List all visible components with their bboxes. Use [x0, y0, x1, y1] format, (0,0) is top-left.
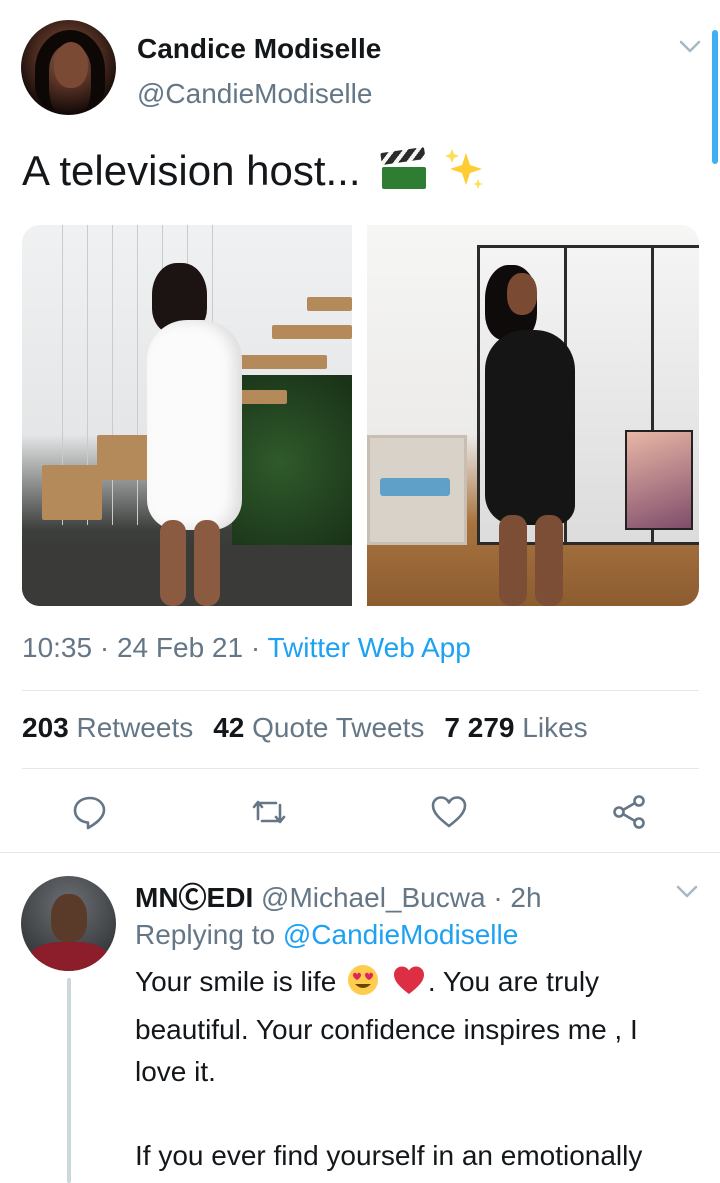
reply-author-name[interactable]: MNⒸEDI	[135, 882, 253, 913]
reply-text-para2: If you ever find yourself in an emotiona…	[135, 1140, 643, 1183]
divider	[22, 690, 699, 691]
replying-prefix: Replying to	[135, 919, 276, 950]
replying-mention[interactable]: @CandieModiselle	[283, 919, 518, 950]
tweet-metadata: 10:35 · 24 Feb 21 · Twitter Web App	[22, 632, 471, 664]
heart-eyes-emoji-icon	[346, 963, 380, 1009]
clapper-board-icon	[380, 146, 427, 189]
reply-header: MNⒸEDI @Michael_Bucwa · 2h	[135, 876, 542, 916]
reply-text: Your smile is life . You are truly beaut…	[135, 961, 695, 1183]
reply-time: · 2h	[493, 882, 542, 913]
thread-line	[67, 978, 71, 1183]
scrollbar[interactable]	[712, 30, 718, 164]
main-tweet[interactable]: Candice Modiselle @CandieModiselle A tel…	[0, 0, 720, 852]
reply-text-part1: Your smile is life	[135, 966, 337, 997]
sparkles-icon	[442, 147, 486, 202]
tweet-text: A television host...	[22, 146, 486, 202]
author-name[interactable]: Candice Modiselle	[137, 33, 381, 65]
share-icon[interactable]	[610, 793, 648, 831]
meta-separator: ·	[243, 632, 268, 663]
replying-to: Replying to @CandieModiselle	[135, 919, 518, 951]
likes-stat[interactable]: 7 279 Likes	[444, 712, 587, 743]
retweets-stat[interactable]: 203 Retweets	[22, 712, 193, 743]
author-handle[interactable]: @CandieModiselle	[137, 78, 372, 110]
tweet-actions	[0, 793, 720, 833]
tweet-date: 24 Feb 21	[116, 632, 244, 663]
photo-black-dress[interactable]	[367, 225, 699, 606]
red-heart-emoji-icon	[392, 963, 426, 1009]
tweet-source-link[interactable]: Twitter Web App	[267, 632, 470, 663]
like-icon[interactable]	[430, 793, 468, 831]
chevron-down-icon[interactable]	[676, 885, 698, 899]
chevron-down-icon[interactable]	[679, 40, 701, 54]
quote-tweets-stat[interactable]: 42 Quote Tweets	[213, 712, 424, 743]
photo-white-dress[interactable]	[22, 225, 352, 606]
reply-avatar[interactable]	[21, 876, 116, 971]
reply-icon[interactable]	[71, 793, 109, 831]
media-grid	[22, 225, 699, 606]
tweet-text-content: A television host...	[22, 147, 361, 194]
tweet-stats: 203 Retweets 42 Quote Tweets 7 279 Likes	[22, 712, 588, 744]
tweet-time: 10:35	[22, 632, 93, 663]
retweet-icon[interactable]	[250, 793, 288, 831]
divider	[22, 768, 699, 769]
meta-separator: ·	[92, 632, 117, 663]
reply-author-handle[interactable]: @Michael_Bucwa	[261, 882, 486, 913]
reply-tweet[interactable]: MNⒸEDI @Michael_Bucwa · 2h Replying to @…	[0, 853, 720, 1183]
author-avatar[interactable]	[21, 20, 116, 115]
